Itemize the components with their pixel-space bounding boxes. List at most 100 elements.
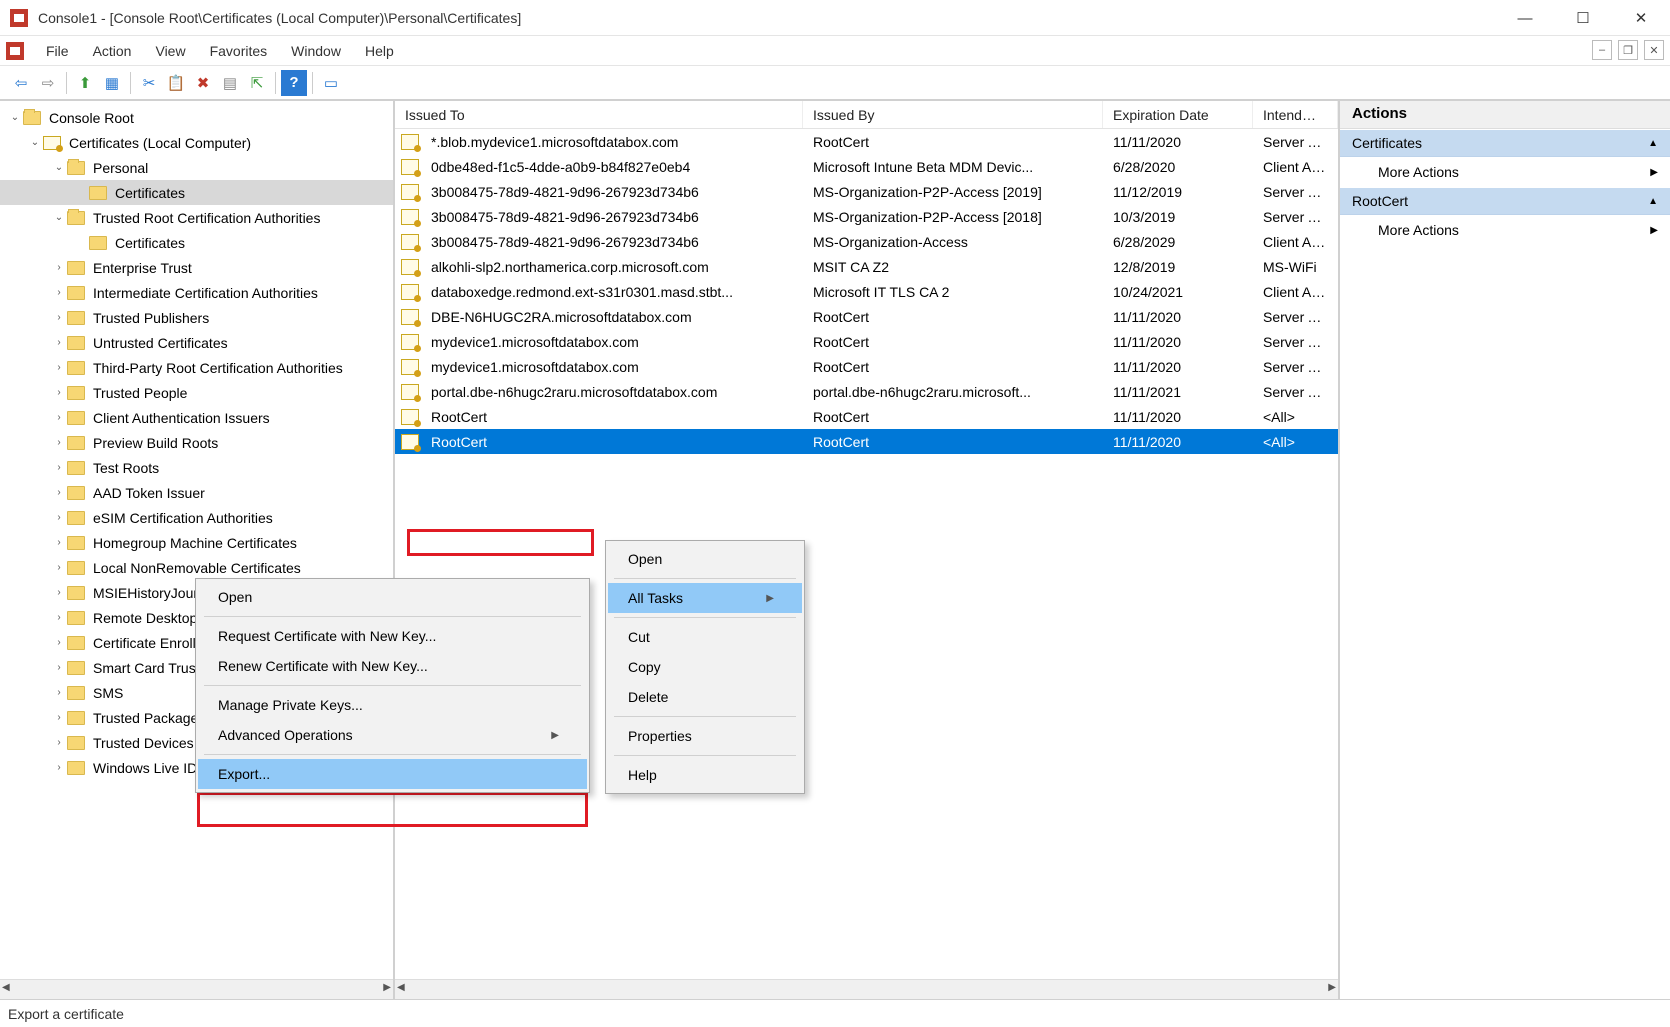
tree-node[interactable]: ›Intermediate Certification Authorities [0,280,393,305]
tree-twisty-icon[interactable]: › [52,287,66,298]
tree-node[interactable]: ›Enterprise Trust [0,255,393,280]
tree-twisty-icon[interactable]: ⌄ [28,137,42,148]
tree-twisty-icon[interactable]: ⌄ [52,162,66,173]
tree-twisty-icon[interactable]: › [52,662,66,673]
certificate-row[interactable]: *.blob.mydevice1.microsoftdatabox.comRoo… [395,129,1338,154]
tree-twisty-icon[interactable]: › [52,637,66,648]
tree-node[interactable]: ›Test Roots [0,455,393,480]
ctx-item-open[interactable]: Open [198,582,587,612]
certificate-row[interactable]: mydevice1.microsoftdatabox.comRootCert11… [395,329,1338,354]
list-hscrollbar[interactable] [395,979,1338,999]
close-button[interactable]: ✕ [1612,0,1670,36]
tree-node[interactable]: ›Preview Build Roots [0,430,393,455]
copy-button[interactable]: 📋 [163,70,189,96]
actions-item[interactable]: More Actions▶ [1340,215,1670,245]
tree-twisty-icon[interactable]: › [52,387,66,398]
tree-node[interactable]: ⌄Certificates (Local Computer) [0,130,393,155]
tree-twisty-icon[interactable]: ⌄ [52,212,66,223]
maximize-button[interactable]: ☐ [1554,0,1612,36]
certificate-row[interactable]: RootCertRootCert11/11/2020<All> [395,404,1338,429]
actions-item[interactable]: More Actions▶ [1340,157,1670,187]
certificate-row[interactable]: portal.dbe-n6hugc2raru.microsoftdatabox.… [395,379,1338,404]
mdi-close-button[interactable]: ✕ [1644,40,1664,60]
properties-button[interactable]: ▤ [217,70,243,96]
certificate-row[interactable]: databoxedge.redmond.ext-s31r0301.masd.st… [395,279,1338,304]
tree-node[interactable]: ›Untrusted Certificates [0,330,393,355]
tree-node[interactable]: ⌄Personal [0,155,393,180]
tree-node[interactable]: Certificates [0,230,393,255]
col-expiration-date[interactable]: Expiration Date [1103,101,1253,128]
help-button[interactable]: ? [281,70,307,96]
tree-twisty-icon[interactable]: › [52,437,66,448]
certificate-row[interactable]: alkohli-slp2.northamerica.corp.microsoft… [395,254,1338,279]
ctx-item-manage-private-keys[interactable]: Manage Private Keys... [198,690,587,720]
mdi-restore-button[interactable]: ❐ [1618,40,1638,60]
tree-twisty-icon[interactable]: › [52,762,66,773]
cut-button[interactable]: ✂ [136,70,162,96]
ctx-item-delete[interactable]: Delete [608,682,802,712]
tree-twisty-icon[interactable]: › [52,537,66,548]
tree-twisty-icon[interactable]: › [52,362,66,373]
col-intended-purposes[interactable]: Intended Purposes [1253,101,1338,128]
tree-twisty-icon[interactable]: › [52,512,66,523]
show-hide-button[interactable]: ▦ [99,70,125,96]
export-button[interactable]: ⇱ [244,70,270,96]
tree-twisty-icon[interactable]: › [52,737,66,748]
tree-twisty-icon[interactable]: › [52,612,66,623]
tree-twisty-icon[interactable]: › [52,262,66,273]
tree-node[interactable]: ›AAD Token Issuer [0,480,393,505]
menu-file[interactable]: File [34,39,81,63]
menu-help[interactable]: Help [353,39,406,63]
console-tree[interactable]: ⌄Console Root⌄Certificates (Local Comput… [0,101,393,979]
ctx-item-export[interactable]: Export... [198,759,587,789]
certificate-row[interactable]: 3b008475-78d9-4821-9d96-267923d734b6MS-O… [395,204,1338,229]
minimize-button[interactable]: — [1496,0,1554,36]
actions-section-header[interactable]: Certificates▲ [1340,129,1670,157]
tree-node[interactable]: ›Local NonRemovable Certificates [0,555,393,580]
ctx-item-cut[interactable]: Cut [608,622,802,652]
tree-node[interactable]: ⌄Console Root [0,105,393,130]
tree-node[interactable]: ›Third-Party Root Certification Authorit… [0,355,393,380]
ctx-item-renew-certificate-with-new-key[interactable]: Renew Certificate with New Key... [198,651,587,681]
menu-favorites[interactable]: Favorites [198,39,280,63]
certificate-row[interactable]: 3b008475-78d9-4821-9d96-267923d734b6MS-O… [395,179,1338,204]
view-button[interactable]: ▭ [318,70,344,96]
col-issued-by[interactable]: Issued By [803,101,1103,128]
tree-twisty-icon[interactable]: › [52,562,66,573]
tree-node[interactable]: ›Homegroup Machine Certificates [0,530,393,555]
ctx-item-properties[interactable]: Properties [608,721,802,751]
certificate-list[interactable]: *.blob.mydevice1.microsoftdatabox.comRoo… [395,129,1338,979]
tree-twisty-icon[interactable]: › [52,587,66,598]
ctx-item-all-tasks[interactable]: All Tasks▶ [608,583,802,613]
forward-button[interactable]: ⇨ [35,70,61,96]
ctx-item-help[interactable]: Help [608,760,802,790]
actions-section-header[interactable]: RootCert▲ [1340,187,1670,215]
tree-twisty-icon[interactable]: › [52,712,66,723]
tree-node[interactable]: ›Trusted People [0,380,393,405]
tree-twisty-icon[interactable]: › [52,687,66,698]
tree-twisty-icon[interactable]: ⌄ [8,112,22,123]
tree-twisty-icon[interactable]: › [52,462,66,473]
up-button[interactable]: ⬆ [72,70,98,96]
tree-twisty-icon[interactable]: › [52,337,66,348]
delete-button[interactable]: ✖ [190,70,216,96]
tree-node[interactable]: ⌄Trusted Root Certification Authorities [0,205,393,230]
tree-node[interactable]: ›Client Authentication Issuers [0,405,393,430]
ctx-item-request-certificate-with-new-key[interactable]: Request Certificate with New Key... [198,621,587,651]
ctx-item-copy[interactable]: Copy [608,652,802,682]
tree-twisty-icon[interactable]: › [52,312,66,323]
certificate-row[interactable]: DBE-N6HUGC2RA.microsoftdatabox.comRootCe… [395,304,1338,329]
menu-window[interactable]: Window [279,39,353,63]
ctx-item-advanced-operations[interactable]: Advanced Operations▶ [198,720,587,750]
menu-view[interactable]: View [143,39,197,63]
certificate-row[interactable]: 3b008475-78d9-4821-9d96-267923d734b6MS-O… [395,229,1338,254]
col-issued-to[interactable]: Issued To [395,101,803,128]
tree-node[interactable]: ›eSIM Certification Authorities [0,505,393,530]
menu-action[interactable]: Action [81,39,144,63]
tree-node[interactable]: ›Trusted Publishers [0,305,393,330]
certificate-row[interactable]: 0dbe48ed-f1c5-4dde-a0b9-b84f827e0eb4Micr… [395,154,1338,179]
tree-node[interactable]: Certificates [0,180,393,205]
tree-twisty-icon[interactable]: › [52,412,66,423]
ctx-item-open[interactable]: Open [608,544,802,574]
certificate-row[interactable]: mydevice1.microsoftdatabox.comRootCert11… [395,354,1338,379]
